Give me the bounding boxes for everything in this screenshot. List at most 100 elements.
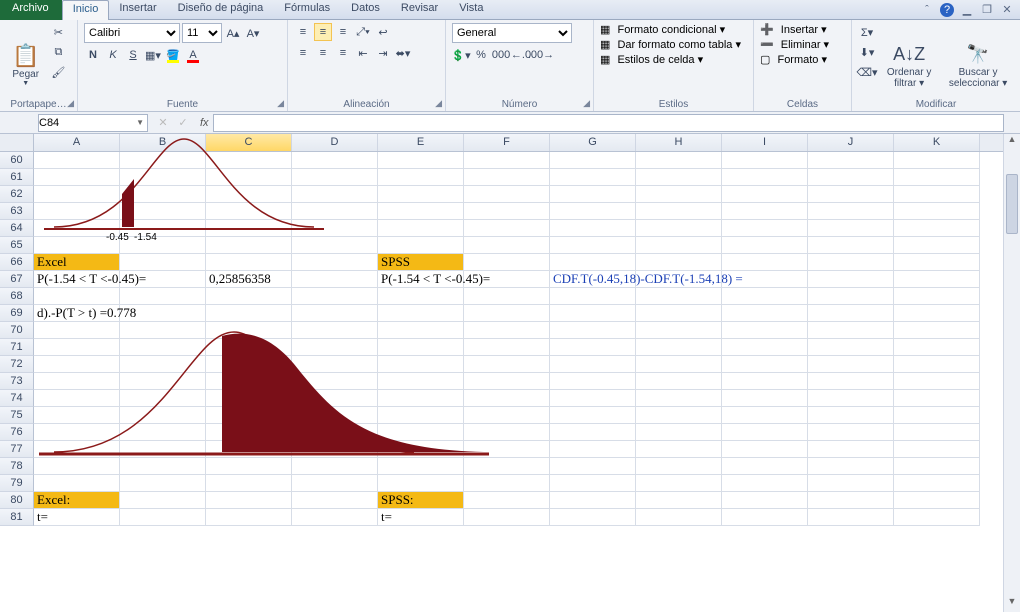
cell-G76[interactable] — [550, 424, 636, 441]
italic-button[interactable]: K — [104, 46, 122, 64]
name-box[interactable]: C84▼ — [38, 114, 148, 132]
chevron-down-icon[interactable]: ▼ — [136, 118, 147, 127]
cell-G67[interactable]: CDF.T(-0.45,18)-CDF.T(-1.54,18) = — [550, 271, 636, 288]
cell-A63[interactable] — [34, 203, 120, 220]
cell-J78[interactable] — [808, 458, 894, 475]
tab-datos[interactable]: Datos — [341, 0, 391, 20]
cell-C81[interactable] — [206, 509, 292, 526]
row-header[interactable]: 61 — [0, 169, 34, 186]
cell-I80[interactable] — [722, 492, 808, 509]
cell-K60[interactable] — [894, 152, 980, 169]
cell-C62[interactable] — [206, 186, 292, 203]
cell-C60[interactable] — [206, 152, 292, 169]
cell-I62[interactable] — [722, 186, 808, 203]
cell-C65[interactable] — [206, 237, 292, 254]
cell-B81[interactable] — [120, 509, 206, 526]
cell-G80[interactable] — [550, 492, 636, 509]
cell-F73[interactable] — [464, 373, 550, 390]
align-right-icon[interactable]: ≡ — [334, 44, 352, 62]
cell-A78[interactable] — [34, 458, 120, 475]
copy-icon[interactable]: ⧉ — [49, 43, 67, 61]
col-header-D[interactable]: D — [292, 134, 378, 151]
shrink-font-icon[interactable]: A▾ — [244, 24, 262, 42]
cell-K71[interactable] — [894, 339, 980, 356]
cell-C80[interactable] — [206, 492, 292, 509]
cell-I75[interactable] — [722, 407, 808, 424]
cell-A72[interactable] — [34, 356, 120, 373]
wrap-text-icon[interactable]: ↩ — [374, 23, 392, 41]
row-header[interactable]: 66 — [0, 254, 34, 271]
col-header-C[interactable]: C — [206, 134, 292, 151]
scroll-thumb[interactable] — [1006, 174, 1018, 234]
currency-icon[interactable]: 💲▾ — [452, 46, 470, 64]
row-header[interactable]: 71 — [0, 339, 34, 356]
cell-K61[interactable] — [894, 169, 980, 186]
cell-G64[interactable] — [550, 220, 636, 237]
tab-revisar[interactable]: Revisar — [391, 0, 449, 20]
cell-F69[interactable] — [464, 305, 550, 322]
cell-K67[interactable] — [894, 271, 980, 288]
cell-D68[interactable] — [292, 288, 378, 305]
cancel-formula-icon[interactable]: ✕ — [154, 114, 172, 132]
row-header[interactable]: 73 — [0, 373, 34, 390]
cell-D66[interactable] — [292, 254, 378, 271]
col-header-H[interactable]: H — [636, 134, 722, 151]
cell-I74[interactable] — [722, 390, 808, 407]
cell-G72[interactable] — [550, 356, 636, 373]
cell-J65[interactable] — [808, 237, 894, 254]
cell-D81[interactable] — [292, 509, 378, 526]
cell-C74[interactable] — [206, 390, 292, 407]
cell-K80[interactable] — [894, 492, 980, 509]
cell-I71[interactable] — [722, 339, 808, 356]
cell-G68[interactable] — [550, 288, 636, 305]
cell-B63[interactable] — [120, 203, 206, 220]
dialog-launcher-icon[interactable]: ◢ — [67, 98, 74, 109]
cell-K78[interactable] — [894, 458, 980, 475]
cell-D70[interactable] — [292, 322, 378, 339]
cell-K74[interactable] — [894, 390, 980, 407]
cell-C69[interactable] — [206, 305, 292, 322]
cell-H67[interactable] — [636, 271, 722, 288]
col-header-A[interactable]: A — [34, 134, 120, 151]
insert-cells-button[interactable]: ➕ Insertar ▾ — [760, 23, 829, 36]
cell-E78[interactable] — [378, 458, 464, 475]
scroll-down-icon[interactable]: ▼ — [1004, 596, 1020, 612]
cell-E80[interactable]: SPSS: — [378, 492, 464, 509]
fx-icon[interactable]: fx — [196, 117, 213, 129]
row-header[interactable]: 74 — [0, 390, 34, 407]
cell-J72[interactable] — [808, 356, 894, 373]
cell-B70[interactable] — [120, 322, 206, 339]
cell-I68[interactable] — [722, 288, 808, 305]
align-middle-icon[interactable]: ≡ — [314, 23, 332, 41]
cell-J75[interactable] — [808, 407, 894, 424]
cell-C73[interactable] — [206, 373, 292, 390]
format-painter-icon[interactable]: 🖌 — [49, 63, 67, 81]
cell-B68[interactable] — [120, 288, 206, 305]
tab-inicio[interactable]: Inicio — [62, 0, 110, 20]
cell-H70[interactable] — [636, 322, 722, 339]
cell-F74[interactable] — [464, 390, 550, 407]
dialog-launcher-icon[interactable]: ◢ — [435, 98, 442, 109]
borders-icon[interactable]: ▦▾ — [144, 46, 162, 64]
cell-J70[interactable] — [808, 322, 894, 339]
row-header[interactable]: 76 — [0, 424, 34, 441]
cell-G79[interactable] — [550, 475, 636, 492]
col-header-B[interactable]: B — [120, 134, 206, 151]
cell-C78[interactable] — [206, 458, 292, 475]
cell-H65[interactable] — [636, 237, 722, 254]
cell-A74[interactable] — [34, 390, 120, 407]
cell-K64[interactable] — [894, 220, 980, 237]
cell-K73[interactable] — [894, 373, 980, 390]
cell-C72[interactable] — [206, 356, 292, 373]
dialog-launcher-icon[interactable]: ◢ — [583, 98, 590, 109]
cell-B62[interactable] — [120, 186, 206, 203]
cell-D71[interactable] — [292, 339, 378, 356]
cell-A61[interactable] — [34, 169, 120, 186]
percent-icon[interactable]: % — [472, 46, 490, 64]
cell-A66[interactable]: Excel — [34, 254, 120, 271]
cell-B78[interactable] — [120, 458, 206, 475]
cell-I67[interactable] — [722, 271, 808, 288]
cell-G63[interactable] — [550, 203, 636, 220]
grow-font-icon[interactable]: A▴ — [224, 24, 242, 42]
cell-E62[interactable] — [378, 186, 464, 203]
